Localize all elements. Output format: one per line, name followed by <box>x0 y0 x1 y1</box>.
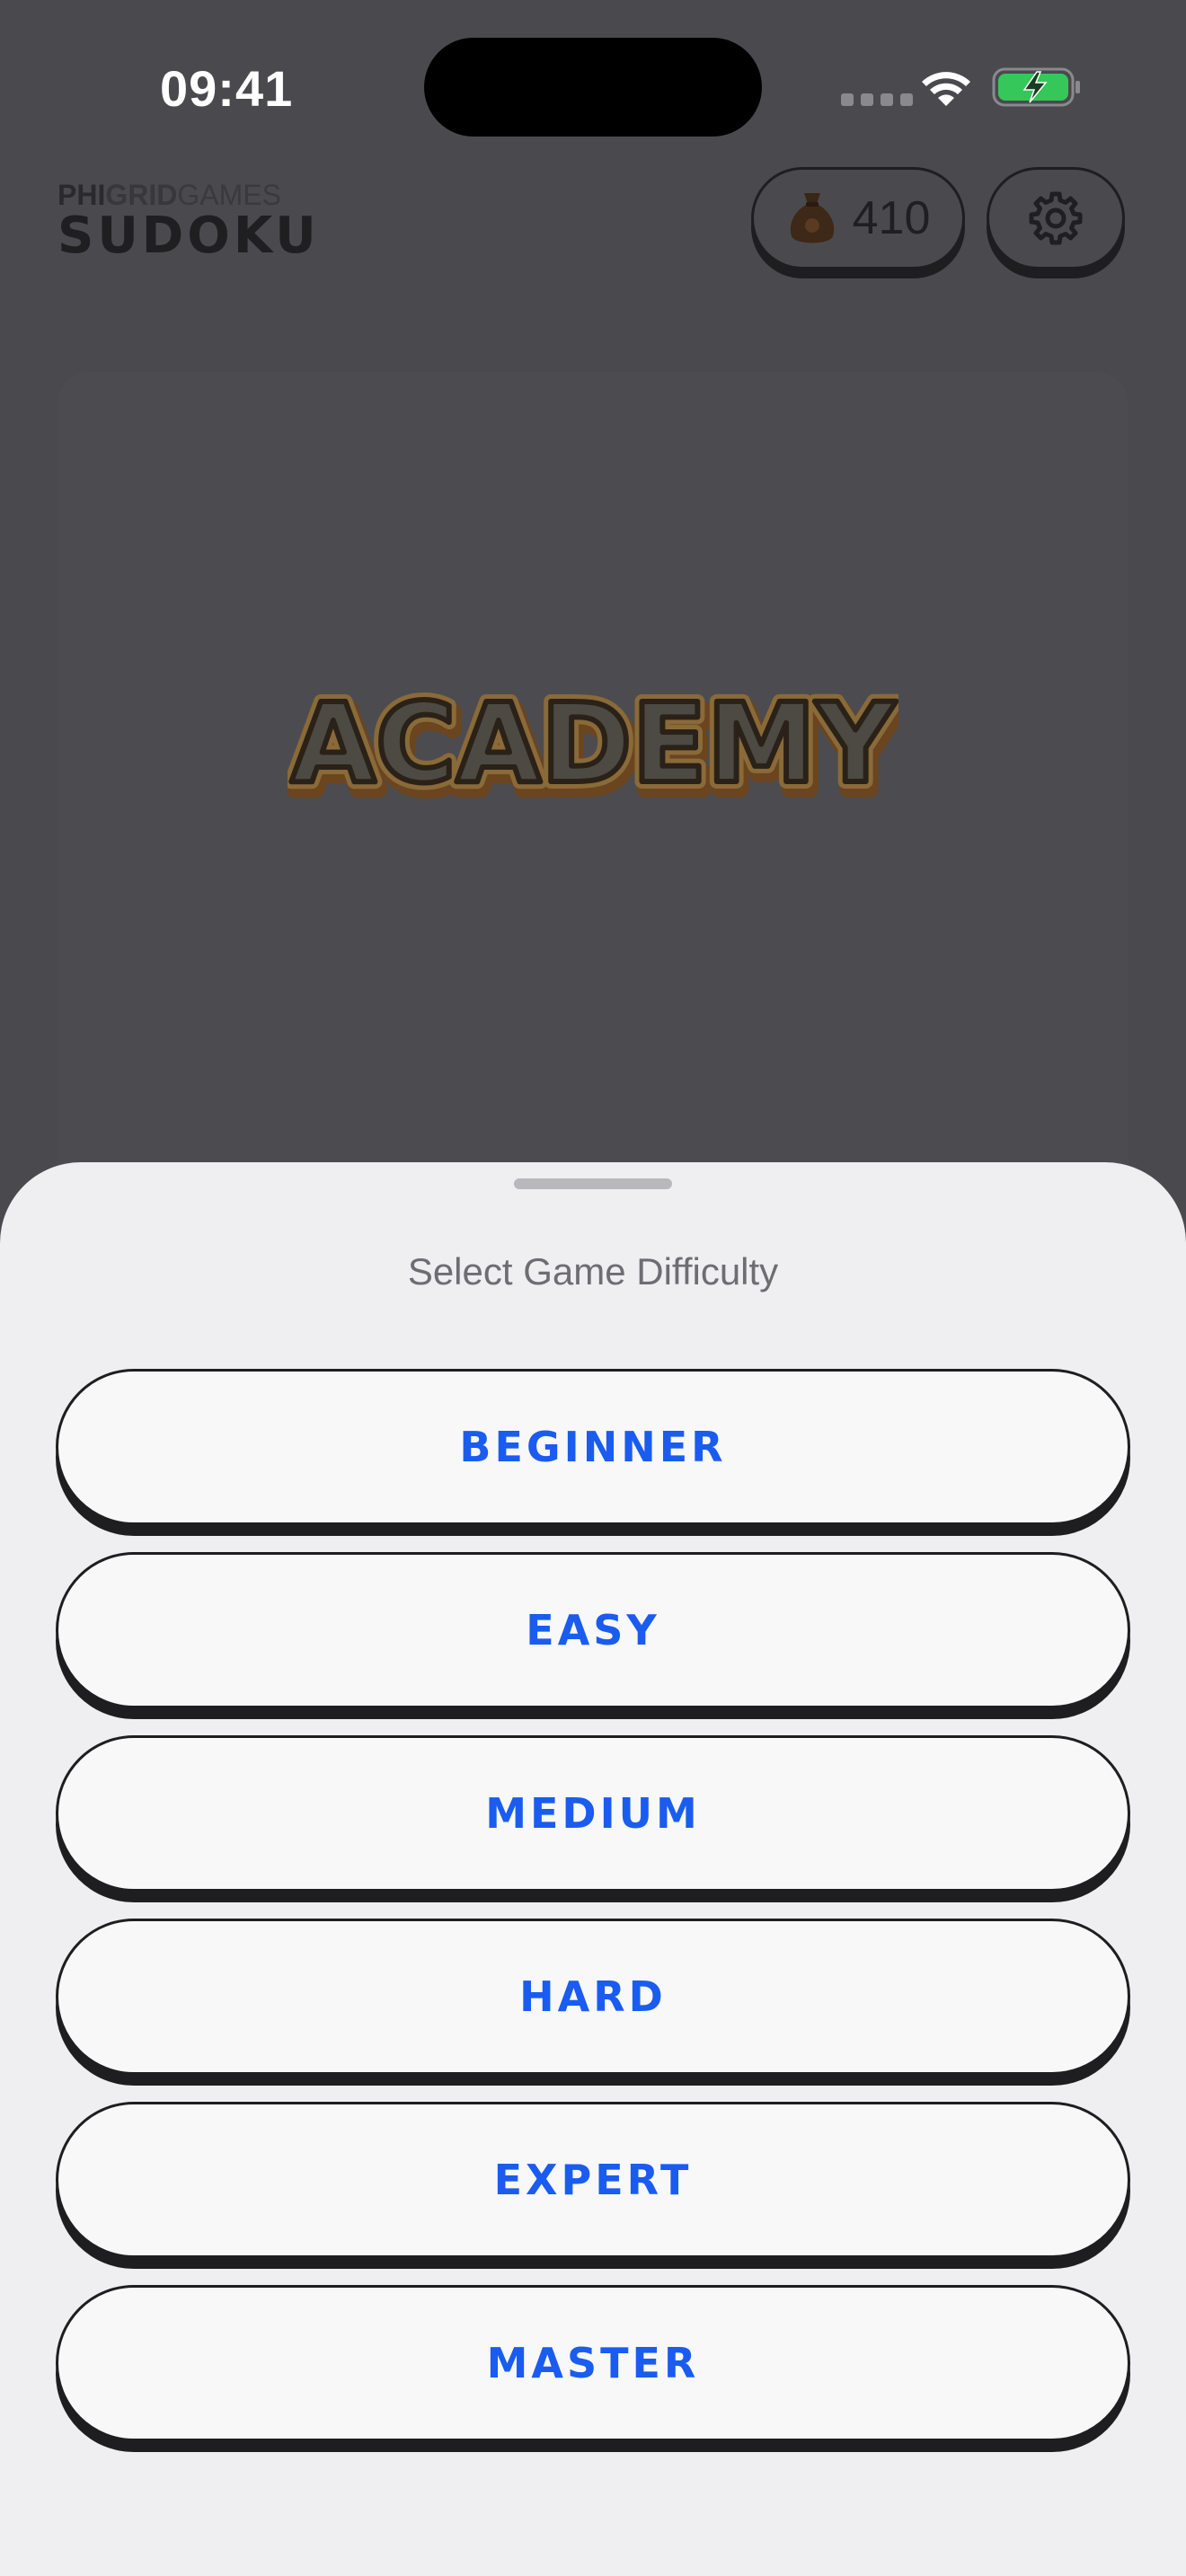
coin-count: 410 <box>852 192 931 244</box>
beginner-button[interactable]: BEGINNER <box>56 1369 1130 1525</box>
coin-balance-button[interactable]: 410 <box>751 167 965 269</box>
sheet-title: Select Game Difficulty <box>407 1250 779 1292</box>
easy-button[interactable]: EASY <box>56 1552 1130 1708</box>
brand-logo: PHIGRIDGAMES SUDOKU <box>58 180 320 262</box>
difficulty-label: EASY <box>526 1606 660 1654</box>
difficulty-bottom-sheet: Select Game Difficulty BEGINNER EASY MED… <box>0 1162 1186 2576</box>
brand-publisher: PHIGRIDGAMES <box>58 180 320 210</box>
medium-button[interactable]: MEDIUM <box>56 1735 1130 1892</box>
svg-text:ACADEMY: ACADEMY <box>291 680 897 807</box>
cellular-signal-icon <box>841 93 913 106</box>
battery-charging-icon <box>992 67 1080 107</box>
sheet-grabber-handle[interactable] <box>514 1178 672 1189</box>
difficulty-label: HARD <box>519 1972 667 2021</box>
difficulty-label: MASTER <box>486 2339 700 2387</box>
app-title: SUDOKU <box>58 207 320 265</box>
expert-button[interactable]: EXPERT <box>56 2102 1130 2258</box>
wifi-icon <box>922 72 970 106</box>
difficulty-label: MEDIUM <box>485 1789 701 1838</box>
gear-icon <box>1029 191 1083 245</box>
difficulty-label: EXPERT <box>493 2156 693 2204</box>
difficulty-label: BEGINNER <box>459 1423 727 1471</box>
difficulty-list: BEGINNER EASY MEDIUM HARD EXPERT MASTER <box>56 1369 1130 2468</box>
money-bag-icon <box>790 193 834 243</box>
hard-button[interactable]: HARD <box>56 1919 1130 2075</box>
dynamic-island <box>424 38 762 137</box>
academy-logo: ACADEMY ACADEMY ACADEMY <box>288 673 898 808</box>
master-button[interactable]: MASTER <box>56 2285 1130 2441</box>
status-time: 09:41 <box>160 60 294 117</box>
settings-button[interactable] <box>987 167 1125 269</box>
